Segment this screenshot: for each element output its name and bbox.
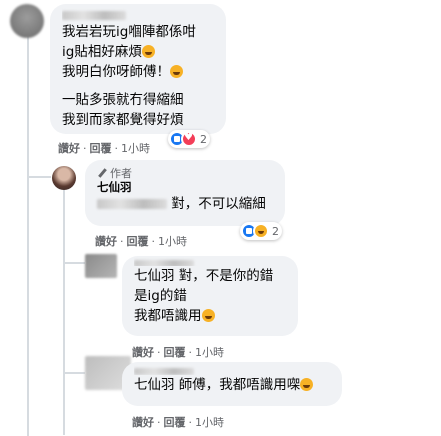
comment-actions: 讚好 · 回覆 · 1小時 bbox=[132, 346, 224, 359]
commenter-name[interactable] bbox=[134, 256, 286, 266]
thread-branch-1 bbox=[27, 176, 51, 178]
face-emoji-icon bbox=[201, 309, 215, 322]
reply-text-line: 是ig的錯 bbox=[134, 288, 187, 304]
reaction-summary[interactable]: 2 bbox=[240, 222, 282, 240]
timestamp[interactable]: 1小時 bbox=[195, 416, 224, 429]
author-avatar[interactable] bbox=[52, 166, 76, 190]
thread-line-reply bbox=[63, 190, 65, 435]
reply-bubble: 作者 七仙羽 對，不可以縮細 bbox=[85, 160, 285, 226]
reaction-count: 2 bbox=[200, 132, 207, 146]
face-emoji-icon bbox=[141, 45, 155, 58]
like-button[interactable]: 讚好 bbox=[132, 346, 154, 359]
commenter-name[interactable]: 七仙羽 bbox=[97, 180, 273, 194]
blurred-name bbox=[62, 11, 126, 20]
face-emoji-icon bbox=[300, 378, 314, 391]
thread-branch-2 bbox=[63, 262, 85, 264]
like-button[interactable]: 讚好 bbox=[58, 142, 80, 155]
author-badge: 作者 bbox=[97, 166, 273, 180]
comment-bubble: 我岩岩玩ig嗰陣都係咁 ig貼相好麻煩 我明白你呀師傅！ 一貼多張就冇得縮細 我… bbox=[50, 4, 226, 134]
reply-text-line: 七仙羽 對，不是你的錯 bbox=[134, 268, 274, 284]
reply-bubble: 七仙羽 師傅，我都唔識用㗎 bbox=[122, 362, 342, 406]
comment-actions: 讚好 · 回覆 · 1小時 bbox=[58, 142, 150, 155]
like-button[interactable]: 讚好 bbox=[132, 416, 154, 429]
pencil-icon bbox=[97, 168, 107, 178]
blurred-name bbox=[134, 368, 194, 375]
timestamp[interactable]: 1小時 bbox=[195, 346, 224, 359]
reaction-summary[interactable]: 2 bbox=[168, 130, 210, 148]
reply-text-line: 我都唔識用 bbox=[134, 306, 286, 326]
timestamp[interactable]: 1小時 bbox=[121, 142, 150, 155]
reply-text: 對，不可以縮細 bbox=[97, 194, 273, 214]
avatar[interactable] bbox=[85, 254, 117, 278]
blurred-mention[interactable] bbox=[97, 199, 167, 209]
like-button[interactable]: 讚好 bbox=[95, 235, 117, 248]
comment-actions: 讚好 · 回覆 · 1小時 bbox=[95, 235, 187, 248]
reply-button[interactable]: 回覆 bbox=[164, 346, 186, 359]
comment-text-line: 我岩岩玩ig嗰陣都係咁 bbox=[62, 24, 196, 40]
reply-bubble: 七仙羽 對，不是你的錯 是ig的錯 我都唔識用 bbox=[122, 256, 298, 336]
thread-line-main bbox=[27, 36, 29, 436]
commenter-name[interactable] bbox=[134, 364, 330, 375]
haha-icon bbox=[253, 223, 269, 239]
timestamp[interactable]: 1小時 bbox=[158, 235, 187, 248]
comment-actions: 讚好 · 回覆 · 1小時 bbox=[132, 416, 224, 429]
comment-text-line: 我到而家都覺得好煩 bbox=[62, 112, 184, 128]
commenter-name[interactable] bbox=[62, 8, 214, 22]
comment-text-line: ig貼相好麻煩 bbox=[62, 42, 214, 62]
thread-branch-3 bbox=[63, 372, 85, 374]
comment-text-line: 一貼多張就冇得縮細 bbox=[62, 92, 184, 108]
reply-button[interactable]: 回覆 bbox=[127, 235, 149, 248]
reply-button[interactable]: 回覆 bbox=[164, 416, 186, 429]
blurred-name bbox=[134, 260, 194, 266]
face-emoji-icon bbox=[170, 65, 183, 78]
comment-text-line: 我明白你呀師傅！ bbox=[62, 62, 214, 82]
reply-button[interactable]: 回覆 bbox=[90, 142, 112, 155]
reaction-count: 2 bbox=[272, 224, 279, 238]
reply-text: 七仙羽 師傅，我都唔識用㗎 bbox=[134, 375, 330, 395]
love-icon bbox=[181, 131, 197, 147]
avatar[interactable] bbox=[10, 4, 44, 38]
